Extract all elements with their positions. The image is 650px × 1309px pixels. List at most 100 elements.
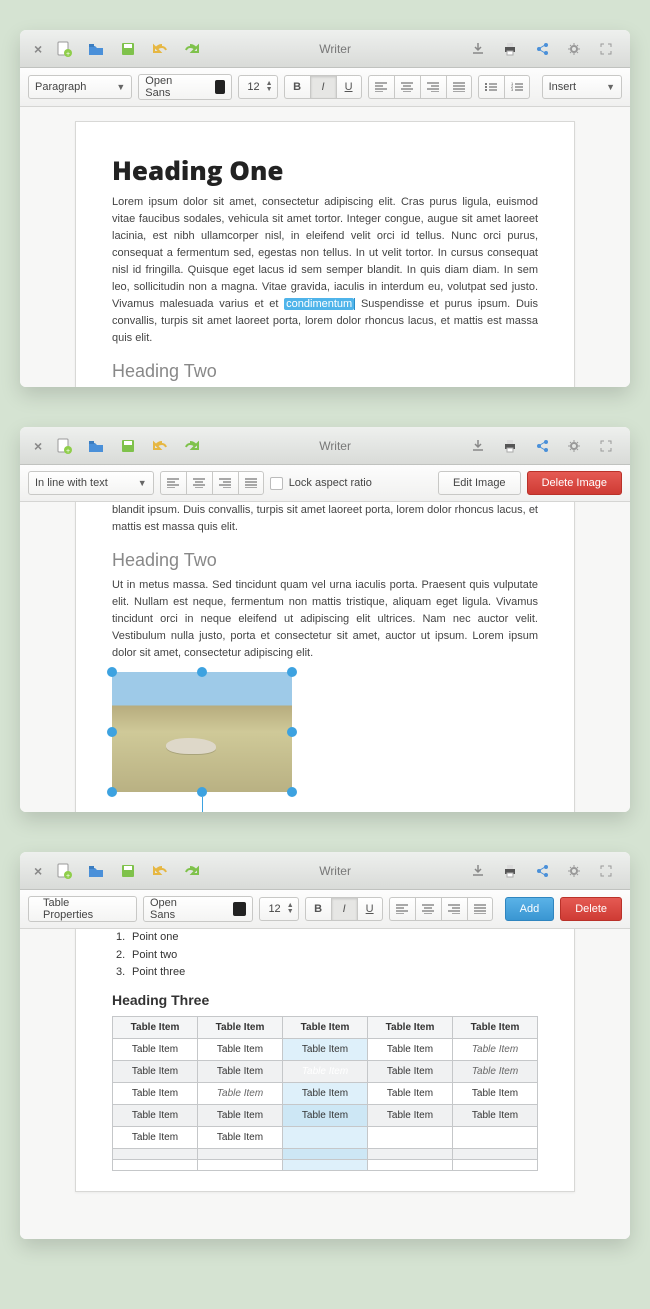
align-justify-button[interactable] [446, 75, 472, 99]
maximize-icon[interactable] [594, 434, 618, 458]
align-center-button[interactable] [394, 75, 420, 99]
table-header[interactable]: Table Item [283, 1016, 368, 1038]
page-area: Heading One Lorem ipsum dolor sit amet, … [20, 107, 630, 387]
format-toolbar: Paragraph ▼ Open Sans 12 ▲▼ B I U 123 I [20, 68, 630, 107]
open-doc-icon[interactable] [84, 434, 108, 458]
share-icon[interactable] [530, 37, 554, 61]
undo-icon[interactable] [148, 434, 172, 458]
spinner-icon[interactable]: ▲▼ [287, 903, 294, 915]
text-selection[interactable]: condimentum [284, 298, 354, 310]
font-color-swatch[interactable] [233, 902, 247, 916]
underline-button[interactable]: U [336, 75, 362, 99]
image-toolbar: In line with text ▼ Lock aspect ratio Ed… [20, 465, 630, 502]
share-icon[interactable] [530, 859, 554, 883]
number-list-button[interactable]: 123 [504, 75, 530, 99]
align-left-button[interactable] [368, 75, 394, 99]
bullet-list-button[interactable] [478, 75, 504, 99]
new-doc-icon[interactable]: + [52, 859, 76, 883]
align-justify-button[interactable] [467, 897, 493, 921]
settings-icon[interactable] [562, 859, 586, 883]
save-icon[interactable] [116, 859, 140, 883]
align-left-button[interactable] [389, 897, 415, 921]
resize-handle-ne[interactable] [287, 667, 297, 677]
align-center-button[interactable] [415, 897, 441, 921]
delete-button[interactable]: Delete [560, 897, 622, 921]
download-icon[interactable] [466, 434, 490, 458]
settings-icon[interactable] [562, 37, 586, 61]
align-justify-button[interactable] [238, 471, 264, 495]
save-icon[interactable] [116, 37, 140, 61]
delete-image-button[interactable]: Delete Image [527, 471, 622, 495]
heading-3: Heading Three [112, 992, 538, 1008]
writer-window-text: × + Writer Paragraph ▼ Open Sans 12 ▲▼ B… [20, 30, 630, 387]
table-header[interactable]: Table Item [453, 1016, 538, 1038]
close-button[interactable]: × [28, 863, 48, 879]
undo-icon[interactable] [148, 859, 172, 883]
ordered-list[interactable]: 1.Point one 2.Point two 3.Point three [112, 929, 538, 982]
bold-button[interactable]: B [305, 897, 331, 921]
svg-text:+: + [66, 51, 70, 57]
font-size-field[interactable]: 12 ▲▼ [238, 75, 277, 99]
underline-button[interactable]: U [357, 897, 383, 921]
print-icon[interactable] [498, 37, 522, 61]
print-icon[interactable] [498, 859, 522, 883]
maximize-icon[interactable] [594, 859, 618, 883]
bold-button[interactable]: B [284, 75, 310, 99]
undo-icon[interactable] [148, 37, 172, 61]
table-header[interactable]: Table Item [368, 1016, 453, 1038]
font-family-dropdown[interactable]: Open Sans [143, 896, 253, 922]
align-right-button[interactable] [212, 471, 238, 495]
font-family-dropdown[interactable]: Open Sans [138, 74, 232, 100]
align-right-button[interactable] [420, 75, 446, 99]
maximize-icon[interactable] [594, 37, 618, 61]
align-right-button[interactable] [441, 897, 467, 921]
settings-icon[interactable] [562, 434, 586, 458]
add-button[interactable]: Add [505, 897, 555, 921]
spinner-icon[interactable]: ▲▼ [266, 81, 273, 93]
wrap-dropdown[interactable]: In line with text ▼ [28, 471, 154, 495]
body-paragraph[interactable]: Ut in metus massa. Sed tincidunt quam ve… [112, 577, 538, 662]
lock-aspect-checkbox[interactable]: Lock aspect ratio [270, 477, 372, 490]
print-icon[interactable] [498, 434, 522, 458]
redo-icon[interactable] [180, 434, 204, 458]
table-header[interactable]: Table Item [198, 1016, 283, 1038]
body-paragraph[interactable]: blandit ipsum. Duis convallis, turpis si… [112, 502, 538, 536]
resize-handle-e[interactable] [287, 727, 297, 737]
close-button[interactable]: × [28, 41, 48, 57]
resize-handle-s[interactable] [197, 787, 207, 797]
checkbox-box[interactable] [270, 477, 283, 490]
resize-handle-se[interactable] [287, 787, 297, 797]
insert-dropdown[interactable]: Insert ▼ [542, 75, 622, 99]
open-doc-icon[interactable] [84, 37, 108, 61]
window-title: Writer [208, 864, 462, 878]
italic-button[interactable]: I [331, 897, 357, 921]
redo-icon[interactable] [180, 37, 204, 61]
font-color-swatch[interactable] [215, 80, 226, 94]
font-size-field[interactable]: 12 ▲▼ [259, 897, 298, 921]
resize-handle-sw[interactable] [107, 787, 117, 797]
data-table[interactable]: Table Item Table Item Table Item Table I… [112, 1016, 538, 1171]
align-left-button[interactable] [160, 471, 186, 495]
list-group: 123 [478, 75, 530, 99]
new-doc-icon[interactable]: + [52, 37, 76, 61]
close-button[interactable]: × [28, 438, 48, 454]
redo-icon[interactable] [180, 859, 204, 883]
new-doc-icon[interactable]: + [52, 434, 76, 458]
italic-button[interactable]: I [310, 75, 336, 99]
table-properties-button[interactable]: Table Properties [28, 896, 137, 922]
table-row: Table Item Table Item Table Item Table I… [113, 1060, 538, 1082]
paragraph-style-dropdown[interactable]: Paragraph ▼ [28, 75, 132, 99]
share-icon[interactable] [530, 434, 554, 458]
open-doc-icon[interactable] [84, 859, 108, 883]
selected-image[interactable] [112, 672, 292, 792]
edit-image-button[interactable]: Edit Image [438, 471, 521, 495]
body-paragraph[interactable]: Lorem ipsum dolor sit amet, consectetur … [112, 194, 538, 347]
download-icon[interactable] [466, 37, 490, 61]
align-center-button[interactable] [186, 471, 212, 495]
image-content[interactable] [112, 672, 292, 792]
text-style-group: B I U [305, 897, 383, 921]
table-header[interactable]: Table Item [113, 1016, 198, 1038]
download-icon[interactable] [466, 859, 490, 883]
text-style-group: B I U [284, 75, 362, 99]
save-icon[interactable] [116, 434, 140, 458]
